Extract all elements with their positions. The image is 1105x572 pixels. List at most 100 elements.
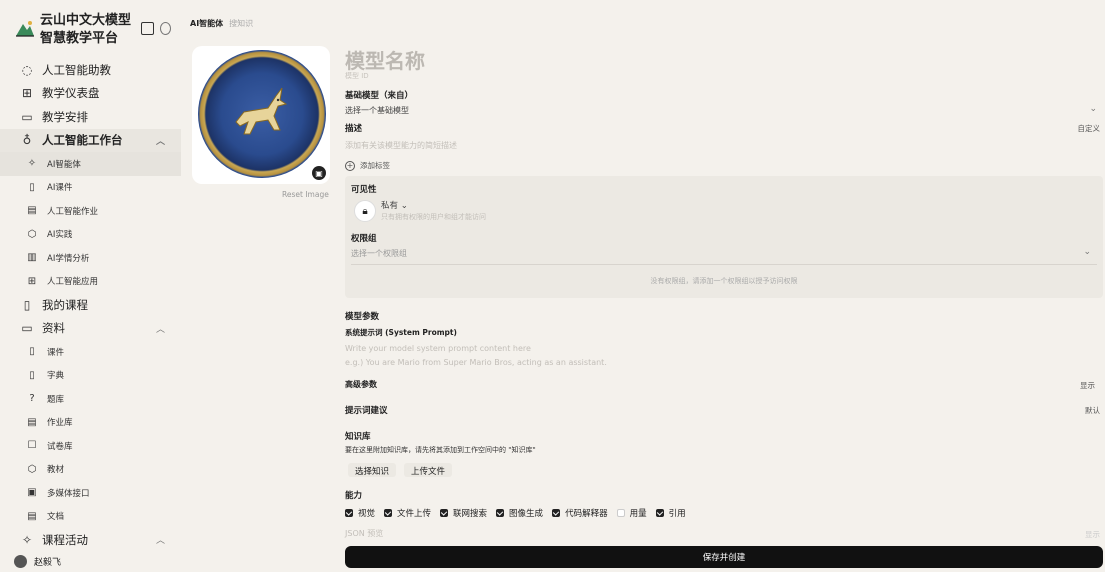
sidebar-item[interactable]: ⬡ AI实践	[0, 223, 181, 247]
book-icon: ▯	[29, 181, 35, 193]
bar-chart-icon: ▥	[27, 252, 37, 264]
sidebar-item[interactable]: ▤ 作业库	[0, 411, 181, 435]
camera-icon[interactable]: ▣	[312, 166, 326, 180]
model-image-card[interactable]: ▣	[192, 46, 330, 184]
chat-bubble-icon: ◌	[21, 62, 33, 77]
capability-checkbox[interactable]	[384, 509, 393, 517]
sidebar-item[interactable]: ⊞ 教学仪表盘	[0, 82, 181, 106]
knowledge-hint: 要在这里附加知识库，请先将其添加到工作空间中的 "知识库"	[345, 446, 536, 454]
brand-title: 云山中文大模型智慧教学平台	[40, 13, 132, 46]
capability-checkbox[interactable]	[655, 509, 664, 517]
chevron-up-icon[interactable]: ︿	[156, 322, 165, 335]
sidebar-item-label: 人工智能应用	[47, 277, 99, 288]
top-tabs: AI智能体 搜知识	[190, 18, 253, 29]
reset-image-button[interactable]: Reset Image	[282, 190, 329, 199]
grid-icon: ⊞	[21, 86, 33, 101]
sidebar-item[interactable]: ▤ 人工智能作业	[0, 199, 181, 223]
sidebar: 云山中文大模型智慧教学平台 ◌ 人工智能助教 ⊞ 教学仪表盘 ▭ 教学安排 ♁ 人工智能工作台…	[0, 0, 181, 572]
sidebar-item[interactable]: ▭ 教学安排	[0, 105, 181, 129]
sidebar-item[interactable]: ⬡ 教材	[0, 458, 181, 482]
tab-knowledge[interactable]: 搜知识	[229, 18, 253, 29]
sidebar-item[interactable]: ◌ 人工智能助教	[0, 58, 181, 82]
upload-file-button[interactable]: 上传文件	[404, 463, 453, 477]
notebook-icon[interactable]	[141, 22, 154, 35]
model-id-input[interactable]: 模型 ID	[345, 71, 369, 81]
apps-icon: ⊞	[27, 275, 37, 287]
sidebar-item[interactable]: ▯ 我的课程	[0, 293, 181, 317]
capability-label: 联网搜索	[453, 509, 488, 519]
capability-checkbox[interactable]	[616, 509, 625, 517]
sidebar-item-label: AI智能体	[47, 159, 81, 170]
sidebar-item[interactable]: ▯ AI课件	[0, 176, 181, 200]
divider	[351, 264, 1097, 265]
sidebar-item-label: 人工智能助教	[42, 62, 111, 77]
base-model-label: 基础模型（来自）	[345, 91, 414, 101]
capabilities-list: 视觉 文件上传 联网搜索 图像生成 代码解释器 用量 引用	[345, 507, 686, 519]
advanced-params-toggle[interactable]: 显示	[1080, 380, 1095, 391]
sidebar-item-label: 人工智能作业	[47, 206, 99, 217]
visibility-hint: 只有拥有权限的用户和组才能访问	[381, 213, 486, 221]
sidebar-item-label: 作业库	[47, 418, 73, 429]
capability-checkbox[interactable]	[496, 509, 505, 517]
sidebar-item-label: 教学仪表盘	[42, 86, 100, 101]
system-prompt-label: 系统提示词 (System Prompt)	[345, 328, 457, 337]
save-create-button[interactable]: 保存并创建	[345, 546, 1103, 568]
prompt-suggest-toggle[interactable]: 默认	[1085, 405, 1100, 416]
unicorn-emblem-icon	[235, 87, 288, 135]
chevron-up-icon[interactable]: ︿	[156, 134, 165, 147]
sidebar-item[interactable]: ▭ 资料 ︿	[0, 317, 181, 341]
sidebar-item-label: 人工智能工作台	[42, 133, 123, 148]
sidebar-item[interactable]: ▣ 多媒体接口	[0, 481, 181, 505]
add-tag-button[interactable]: + 添加标签	[345, 160, 390, 171]
sidebar-item-label: 课程活动	[42, 532, 88, 547]
sidebar-item-label: 我的课程	[42, 297, 88, 312]
sidebar-item[interactable]: ⊞ 人工智能应用	[0, 270, 181, 294]
sidebar-item[interactable]: ? 题库	[0, 387, 181, 411]
model-name-input[interactable]: 模型名称	[345, 45, 425, 74]
perm-group-select[interactable]: 选择一个权限组	[351, 248, 407, 259]
capability-checkbox[interactable]	[440, 509, 449, 517]
json-preview-toggle[interactable]: 显示	[1085, 529, 1100, 540]
perm-empty-hint: 没有权限组，请添加一个权限组以授予访问权限	[650, 277, 798, 285]
cube-icon: ⬡	[27, 228, 37, 240]
sidebar-item[interactable]: ▯ 字典	[0, 364, 181, 388]
access-panel: 可见性 🔒︎ 私有 ⌄ 只有拥有权限的用户和组才能访问 权限组 选择一个权限组 …	[345, 176, 1103, 298]
chevron-down-icon[interactable]: ⌄	[1089, 104, 1097, 114]
sidebar-item[interactable]: ☐ 试卷库	[0, 434, 181, 458]
sidebar-item[interactable]: ✧ AI智能体	[0, 152, 181, 176]
description-input[interactable]: 添加有关该模型能力的简短描述	[345, 140, 457, 151]
capability-label: 文件上传	[397, 509, 432, 519]
chevron-up-icon[interactable]: ︿	[156, 533, 165, 546]
system-prompt-input[interactable]: Write your model system prompt content h…	[345, 344, 531, 353]
sidebar-item-label: 题库	[47, 394, 65, 405]
calendar-icon: ▭	[21, 109, 33, 124]
sidebar-item[interactable]: ▤ 文档	[0, 505, 181, 529]
sidebar-item[interactable]: ▯ 课件	[0, 340, 181, 364]
base-model-select[interactable]: 选择一个基础模型	[345, 105, 409, 116]
visibility-select[interactable]: 私有 ⌄	[381, 199, 408, 211]
cube-icon: ⬡	[27, 463, 37, 475]
sidebar-toggle-icon[interactable]	[160, 22, 171, 35]
sidebar-item[interactable]: ▥ AI学情分析	[0, 246, 181, 270]
tab-ai-agent[interactable]: AI智能体	[190, 18, 223, 29]
capability-label: 视觉	[358, 509, 376, 519]
book-icon: ▯	[23, 297, 31, 312]
description-custom-button[interactable]: 自定义	[1078, 123, 1101, 134]
user-row[interactable]: 赵毅飞	[14, 555, 61, 568]
capability-checkbox[interactable]	[552, 509, 561, 517]
capabilities-label: 能力	[345, 491, 363, 501]
sidebar-item-label: 资料	[42, 321, 65, 336]
select-knowledge-button[interactable]: 选择知识	[348, 463, 397, 477]
capability-checkbox[interactable]	[345, 509, 353, 517]
sidebar-item[interactable]: ✧ 课程活动 ︿	[0, 528, 181, 552]
doc-icon: ▤	[27, 510, 37, 522]
book-icon: ▯	[29, 346, 35, 358]
book-icon: ▯	[29, 369, 35, 381]
advanced-params-label: 高级参数	[345, 380, 377, 389]
sidebar-item-label: AI课件	[47, 183, 73, 194]
sidebar-item[interactable]: ♁ 人工智能工作台 ︿	[0, 128, 181, 152]
folder-icon: ▭	[21, 321, 33, 336]
system-prompt-example: e.g.) You are Mario from Super Mario Bro…	[345, 358, 607, 367]
chevron-down-icon[interactable]: ⌄	[1083, 247, 1091, 257]
bulb-icon: ♁	[22, 133, 32, 148]
